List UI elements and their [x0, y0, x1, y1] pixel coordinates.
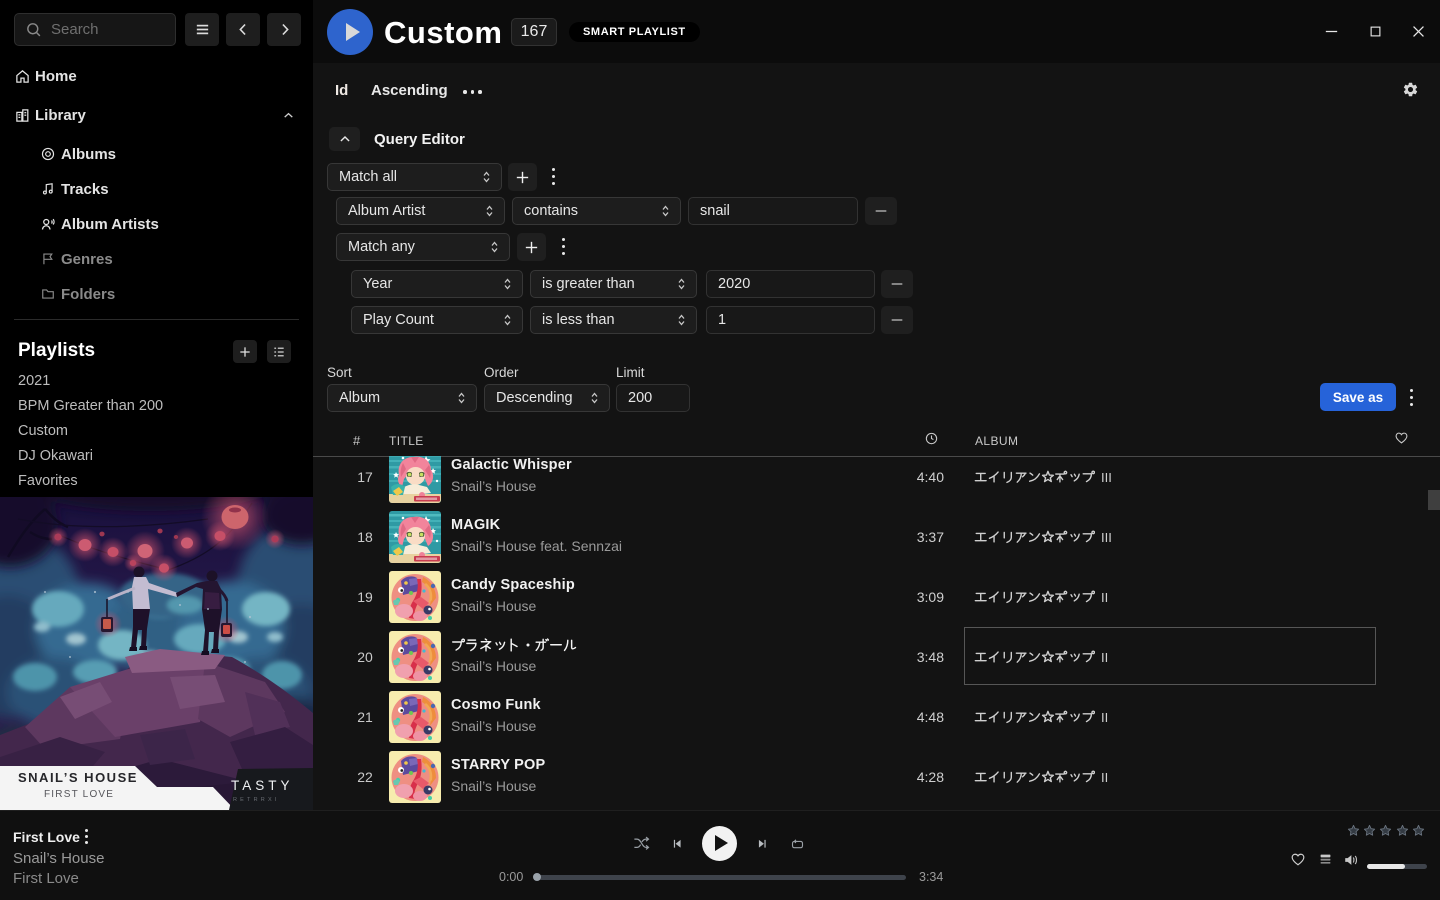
svg-text:SNAIL’S HOUSE: SNAIL’S HOUSE	[18, 770, 138, 785]
svg-text:RETRRXI: RETRRXI	[233, 797, 280, 803]
svg-text:FIRST LOVE: FIRST LOVE	[44, 789, 114, 800]
svg-text:TASTY: TASTY	[231, 778, 294, 793]
